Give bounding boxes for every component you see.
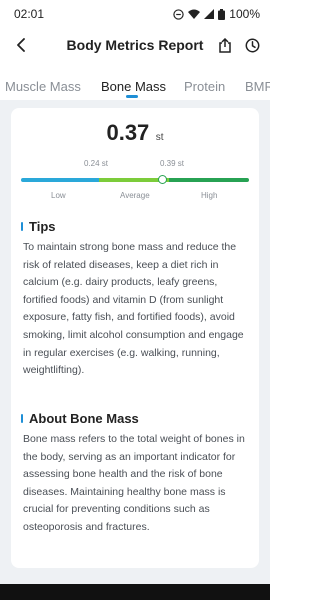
share-button[interactable] (215, 34, 235, 56)
back-button[interactable] (10, 34, 32, 56)
about-heading-text: About Bone Mass (29, 411, 139, 426)
value-marker (158, 175, 167, 184)
navigation-bar (0, 584, 270, 600)
do-not-disturb-icon (173, 8, 184, 20)
about-heading-accent (21, 414, 23, 423)
battery-icon (218, 8, 226, 20)
status-icons: 100% (173, 7, 260, 21)
back-arrow-icon (17, 38, 25, 52)
range-segment-low (21, 178, 99, 182)
signal-icon (204, 9, 215, 19)
threshold-high-label: 0.39 st (160, 159, 185, 168)
range-segment-high (169, 178, 249, 182)
tab-bmr[interactable]: BMR (245, 79, 270, 94)
clock-icon (245, 38, 259, 52)
about-heading: About Bone Mass (21, 411, 139, 426)
status-bar: 02:01 100% (0, 0, 270, 28)
tips-heading-text: Tips (29, 219, 56, 234)
battery-percent: 100% (229, 7, 260, 21)
active-tab-indicator (126, 95, 138, 98)
range-bar (21, 178, 249, 182)
share-icon (219, 37, 231, 53)
metric-tabs: Muscle Mass Bone Mass Protein BMR (0, 70, 270, 100)
tips-heading-accent (21, 222, 23, 231)
tips-heading: Tips (21, 219, 56, 234)
tab-muscle-mass[interactable]: Muscle Mass (5, 79, 81, 94)
about-text: Bone mass refers to the total weight of … (23, 433, 245, 533)
tab-bone-mass[interactable]: Bone Mass (101, 79, 166, 94)
app-header: Body Metrics Report (0, 28, 270, 62)
metric-card: 0.37 st 0.24 st 0.39 st Low Average High… (11, 108, 259, 568)
metric-value-unit: st (155, 132, 164, 143)
threshold-low-label: 0.24 st (84, 159, 109, 168)
metric-value: 0.37 st (11, 120, 259, 146)
tips-text: To maintain strong bone mass and reduce … (23, 241, 244, 377)
status-time: 02:01 (14, 7, 45, 21)
history-button[interactable] (242, 34, 262, 56)
range-label-high: High (201, 191, 218, 200)
tab-protein[interactable]: Protein (184, 79, 225, 94)
range-label-average: Average (120, 191, 150, 200)
metric-value-number: 0.37 (106, 120, 150, 145)
wifi-icon (188, 9, 201, 19)
range-label-low: Low (51, 191, 66, 200)
